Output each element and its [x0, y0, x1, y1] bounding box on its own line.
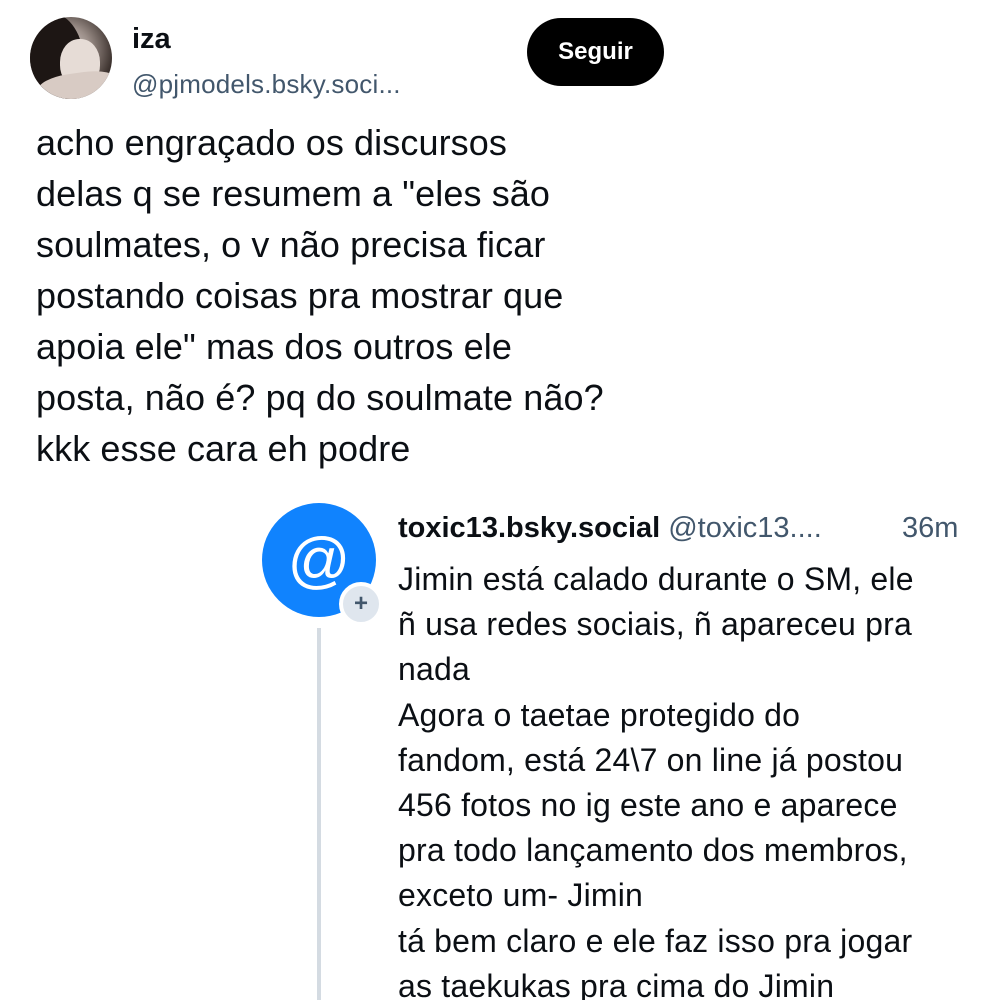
follow-button[interactable]: Seguir	[527, 18, 664, 86]
reply-timestamp[interactable]: 36m	[902, 509, 958, 547]
author-display-name[interactable]: iza	[132, 22, 171, 56]
thread-line	[317, 628, 321, 1000]
post-view: iza @pjmodels.bsky.soci... Seguir acho e…	[0, 0, 1000, 1000]
author-handle[interactable]: @pjmodels.bsky.soci...	[132, 68, 401, 100]
plus-icon: +	[353, 590, 368, 617]
reply-display-name[interactable]: toxic13.bsky.social	[398, 512, 660, 544]
author-avatar[interactable]	[30, 17, 112, 99]
reply-body-text: Jimin está calado durante o SM, ele ñ us…	[398, 561, 914, 1000]
reply-header: toxic13.bsky.social @toxic13....	[398, 509, 978, 547]
follow-plus-badge[interactable]: +	[339, 582, 383, 626]
post-body-text: acho engraçado os discursos delas q se r…	[36, 122, 604, 469]
reply-handle[interactable]: @toxic13....	[668, 512, 822, 544]
at-sign-icon: @	[287, 525, 351, 595]
